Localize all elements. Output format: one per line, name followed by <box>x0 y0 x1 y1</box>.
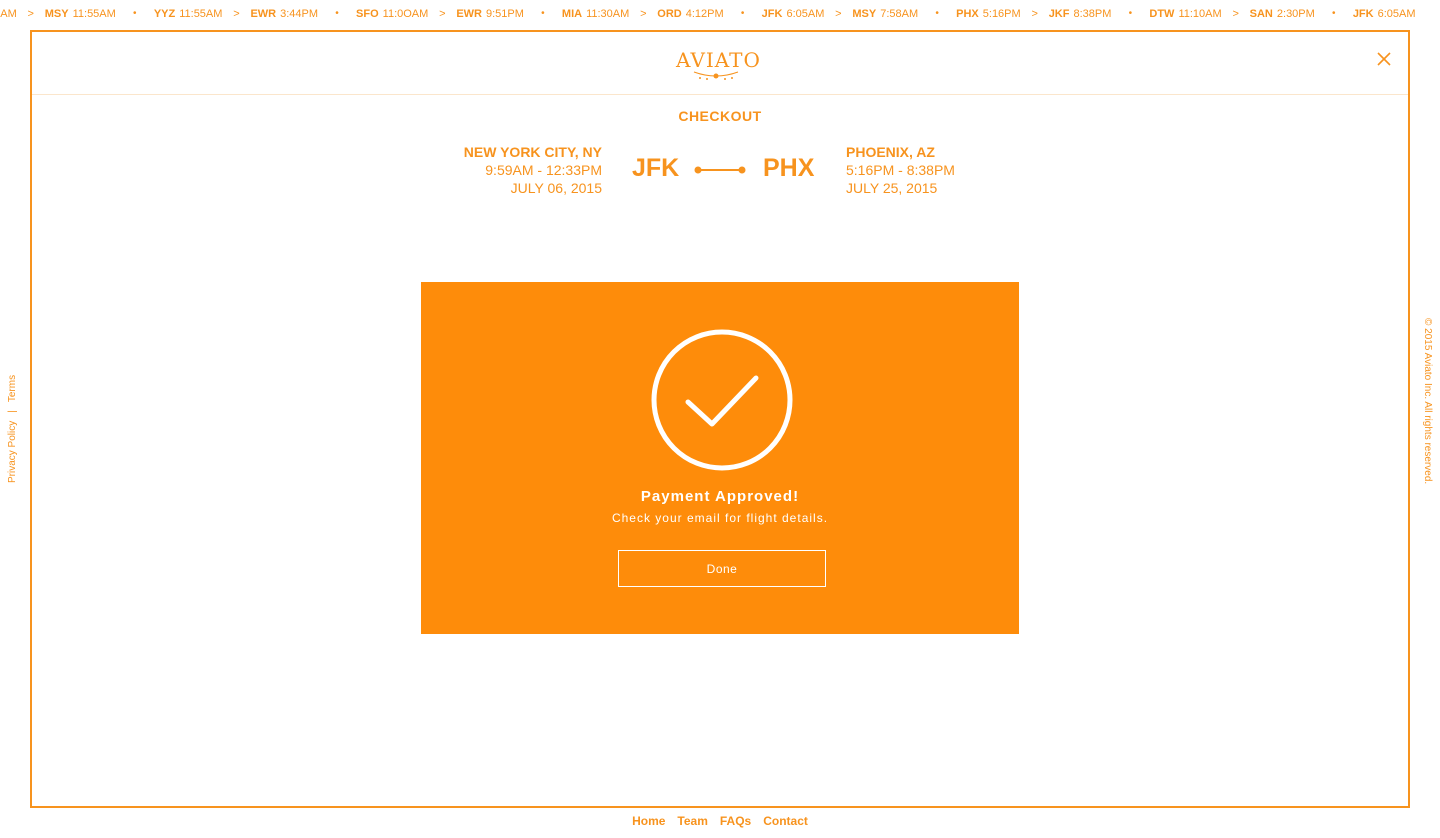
ticker-code: JFK <box>761 8 783 20</box>
done-button[interactable]: Done <box>618 550 826 587</box>
departure-date: JULY 06, 2015 <box>510 180 602 196</box>
departure-city: NEW YORK CITY, NY <box>463 144 602 160</box>
ticker-code: ORD <box>657 8 682 20</box>
terms-link[interactable]: Terms <box>7 375 18 402</box>
arrival-city: PHOENIX, AZ <box>846 144 935 160</box>
page-title: CHECKOUT <box>678 108 762 124</box>
ticker-dot: • <box>935 8 939 19</box>
modal-title: Payment Approved! <box>640 488 800 505</box>
ticker-dot: • <box>133 8 137 19</box>
footer-link-faqs[interactable]: FAQs <box>720 814 751 828</box>
ticker-code: MSY <box>44 8 69 20</box>
ticker-code: MIA <box>561 8 583 20</box>
departure-info: NEW YORK CITY, NY 9:59AM - 12:33PM JULY … <box>402 143 602 197</box>
arrival-code: PHX <box>763 154 815 182</box>
legal-links: Privacy Policy | Terms <box>7 375 18 483</box>
copyright-text: © 2015 Aviato Inc. All rights reserved. <box>1422 318 1433 485</box>
checkmark-circle-icon <box>651 329 793 471</box>
arrival-date: JULY 25, 2015 <box>846 180 938 196</box>
ticker-arrow: > <box>1031 8 1038 20</box>
ticker-time: 11:0OAM <box>382 8 429 20</box>
ticker-time: 11:55AM <box>179 8 223 20</box>
ticker-code: EWR <box>250 8 277 20</box>
ticker-item: YYZ 11:55AM <box>154 0 223 28</box>
footer-link-contact[interactable]: Contact <box>763 814 808 828</box>
ticker-time: 2:30PM <box>1276 8 1315 20</box>
ticker-arrow: > <box>1232 8 1239 20</box>
ticker-item: MSY 11:55AM <box>45 0 116 28</box>
arrival-times: 5:16PM - 8:38PM <box>846 162 955 178</box>
ticker-item: 55AM <box>0 0 17 28</box>
route-line-icon <box>694 166 746 174</box>
ticker-dot: • <box>541 8 545 19</box>
ticker-time: 11:55AM <box>72 8 116 20</box>
close-icon <box>1377 52 1391 66</box>
ticker-dot: • <box>1128 8 1133 19</box>
ticker-dot: • <box>740 8 745 19</box>
ticker-item: ORD 4:12PM <box>657 0 723 28</box>
ticker-track: 55AM > MSY11:55AM • YYZ11:55AM > EWR3:44… <box>0 0 1416 28</box>
flight-ticker: 55AM > MSY11:55AM • YYZ11:55AM > EWR3:44… <box>0 0 1440 30</box>
ticker-item: SAN 2:30PM <box>1250 0 1315 28</box>
ticker-code: SFO <box>356 8 379 20</box>
ticker-dot: • <box>335 8 339 19</box>
aviato-logo[interactable]: AVIATO <box>676 46 761 82</box>
ticker-time: 3:44PM <box>280 8 319 20</box>
footer-nav: Home Team FAQs Contact <box>0 814 1440 828</box>
ticker-time: 11:10AM <box>1178 8 1222 20</box>
ticker-code: JKF <box>1048 8 1070 20</box>
ticker-arrow: > <box>27 8 34 20</box>
ticker-arrow: > <box>439 8 446 20</box>
ticker-item: SFO 11:0OAM <box>356 0 428 28</box>
ticker-arrow: > <box>835 8 842 20</box>
ticker-time: 11:30AM <box>586 8 630 20</box>
ticker-item: PHX 5:16PM <box>956 0 1021 28</box>
ticker-code: JFK <box>1352 8 1374 20</box>
ticker-item: EWR 3:44PM <box>250 0 318 28</box>
ticker-time: 55AM <box>0 8 17 20</box>
departure-code: JFK <box>632 154 680 182</box>
ticker-time: 6:05AM <box>786 8 825 20</box>
ticker-item: JFK 6:05AM <box>762 0 825 28</box>
close-button[interactable] <box>1373 48 1395 70</box>
logo-text: AVIATO <box>676 48 761 72</box>
ticker-time: 8:38PM <box>1073 8 1112 20</box>
ticker-arrow: > <box>233 8 240 20</box>
ticker-arrow: > <box>640 8 647 20</box>
ticker-item: JKF 8:38PM <box>1049 0 1112 28</box>
ticker-item: EWR 9:51PM <box>456 0 524 28</box>
header: AVIATO <box>32 32 1408 95</box>
logo-ornament-icon <box>693 71 739 80</box>
ticker-code: PHX <box>956 8 979 20</box>
ticker-code: YYZ <box>153 8 176 20</box>
legal-divider: | <box>7 410 18 413</box>
ticker-code: DTW <box>1149 8 1175 20</box>
ticker-item: JFK 6:05AM <box>1353 0 1416 28</box>
privacy-policy-link[interactable]: Privacy Policy <box>7 421 18 483</box>
checkout-panel: AVIATO CHECKOUT NEW YORK CITY, NY 9:59AM… <box>30 30 1410 808</box>
ticker-time: 9:51PM <box>485 8 524 20</box>
ticker-item: DTW 11:10AM <box>1149 0 1221 28</box>
modal-subtitle: Check your email for flight details. <box>611 511 829 525</box>
footer-link-team[interactable]: Team <box>677 814 707 828</box>
arrival-info: PHOENIX, AZ 5:16PM - 8:38PM JULY 25, 201… <box>846 143 1046 197</box>
ticker-item: MSY 7:58AM <box>852 0 918 28</box>
ticker-code: MSY <box>852 8 877 20</box>
ticker-code: SAN <box>1249 8 1273 20</box>
ticker-time: 6:05AM <box>1377 8 1416 20</box>
ticker-time: 4:12PM <box>685 8 724 20</box>
departure-times: 9:59AM - 12:33PM <box>485 162 602 178</box>
footer-link-home[interactable]: Home <box>632 814 665 828</box>
ticker-time: 5:16PM <box>982 8 1021 20</box>
ticker-time: 7:58AM <box>880 8 919 20</box>
ticker-code: EWR <box>456 8 482 20</box>
ticker-item: MIA 11:30AM <box>562 0 629 28</box>
ticker-dot: • <box>1332 8 1336 19</box>
payment-approved-modal: Payment Approved! Check your email for f… <box>421 282 1019 634</box>
